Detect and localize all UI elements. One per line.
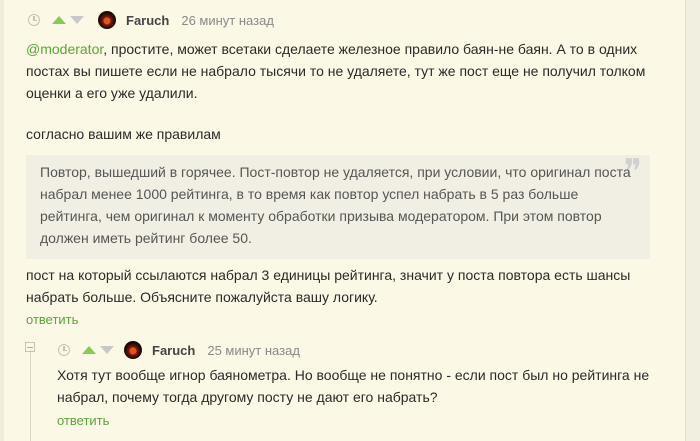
rule-quote-text: Повтор, вышедший в горячее. Пост-повтор … [40, 164, 631, 246]
comment-time[interactable]: 25 минут назад [207, 343, 300, 358]
thread-line[interactable] [30, 350, 31, 441]
comment-header: Faruch 26 минут назад [28, 11, 274, 29]
rule-quote-block: ❞ Повтор, вышедший в горячее. Пост-повто… [26, 155, 650, 259]
avatar[interactable] [98, 11, 116, 29]
upvote-arrow-icon[interactable] [82, 346, 96, 354]
upvote-arrow-icon[interactable] [52, 16, 66, 24]
author-name[interactable]: Faruch [126, 13, 169, 28]
comment-paragraph: @moderator, простите, может всетаки сдел… [26, 38, 676, 104]
avatar[interactable] [124, 341, 142, 359]
clock-icon[interactable] [58, 344, 70, 356]
reply-link[interactable]: ответить [26, 312, 78, 327]
clock-icon[interactable] [28, 14, 40, 26]
comment-paragraph: Хотя тут вообще игнор баянометра. Но воо… [57, 367, 650, 405]
author-name[interactable]: Faruch [152, 343, 195, 358]
downvote-arrow-icon[interactable] [100, 346, 114, 354]
scrollbar[interactable] [685, 0, 700, 441]
comment-header: Faruch 25 минут назад [58, 341, 300, 359]
comment-paragraph: согласно вашим же правилам [26, 126, 221, 142]
reply-link[interactable]: ответить [57, 413, 109, 428]
collapse-icon[interactable] [25, 342, 35, 352]
comment-time[interactable]: 26 минут назад [181, 13, 274, 28]
comment-paragraph: пост на который ссылаются набрал 3 едини… [26, 267, 631, 305]
comment-paragraph-text: , простите, может всетаки сделаете желез… [26, 41, 646, 101]
left-rail [0, 0, 4, 441]
downvote-arrow-icon[interactable] [70, 16, 84, 24]
moderator-mention-link[interactable]: @moderator [26, 41, 103, 57]
